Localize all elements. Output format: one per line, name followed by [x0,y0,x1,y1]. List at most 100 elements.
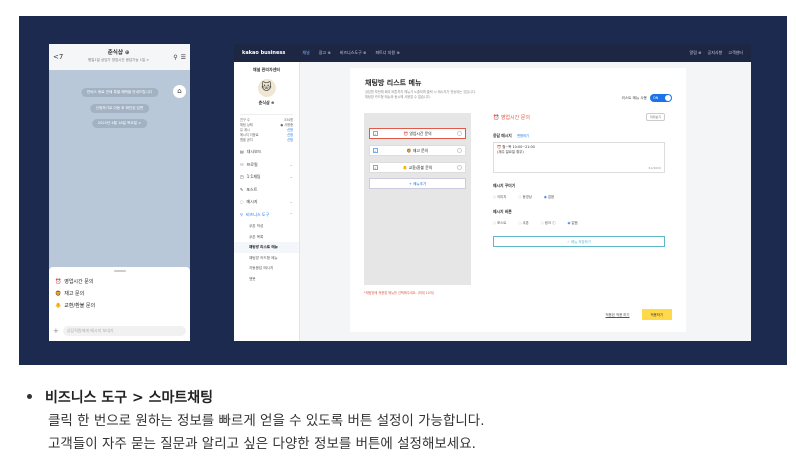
sidebar: 채널 관리자센터 🐱 춘식샵 ⊕ 친구 수 334명 채팅 상태 ● 사용중 유 계… [234,62,300,341]
reply-label: 응답 메시지 [493,133,512,138]
stat-link[interactable]: 신청 [287,138,293,143]
home-icon[interactable]: ⌂ [173,85,186,98]
chat-title-block: 춘식샵 ⊕ 평일1일 상담가 영업시간 응답가능 1일 > [67,50,170,64]
channel-stats: 친구 수 334명 채팅 상태 ● 사용중 유 계시 신청 메시지 이용료 신청 멤을 … [240,114,293,143]
decorate-label: 메시지 꾸미기 [493,183,516,188]
sidebar-item-profile[interactable]: ⚇ 프로필 ⌄ [234,159,299,172]
nav-business-tools[interactable]: 비즈니스도구 ⊕ [340,50,367,56]
sidebar-subitem-list-menu[interactable]: 채팅방 리스트 메뉴 [234,242,299,253]
nav-notifications[interactable]: 알림 ⊕ [690,50,702,56]
decorate-radio-group: 이미지 동영상 없음 [493,194,665,199]
nav-notices[interactable]: 공지사항 [708,50,723,56]
sidebar-subitem-auto-reply[interactable]: 자동응답 메시지 [234,263,299,274]
sidebar-subitem-coupon-create[interactable]: 쿠폰 작성 [234,221,299,232]
radio-none[interactable]: 없음 [567,220,578,225]
drag-handle-icon[interactable] [457,131,462,136]
caption-heading: 비즈니스 도구 > 스마트채팅 [45,390,214,406]
chat-title: 춘식샵 ⊕ [107,50,130,56]
warning-text: *채팅방에 적용할 메뉴를 선택해주세요. (최대 10개) [364,291,434,295]
sidebar-menu: ▤ 대시보드 ⚇ 프로필 ⌄ ◳ 1:1채팅 ⌄ ✎ 포스트 ◌ 메시지 ⌄ ⚲ 비즈니스 도구 ⌃… [234,146,299,284]
chevron-down-icon: ⌄ [289,161,293,167]
kakao-business-logo[interactable]: kakao business [242,50,285,56]
channel-name[interactable]: 춘식샵 ⊕ [234,100,299,106]
reply-text-line: (재주 일요일 휴무) [497,149,524,154]
sidebar-item-message[interactable]: ◌ 메시지 ⌄ [234,196,299,209]
sidebar-item-post[interactable]: ✎ 포스트 [234,184,299,197]
button-label: 메시지 버튼 [493,209,512,214]
menu-list-item[interactable]: ✓ 🐥 교환/환불 문의 [369,162,466,173]
plus-icon[interactable]: + [53,327,59,335]
menu-detail-panel: ⏰ 영업시간 문의 미리보기 응답 메시지 변형하기 ⏰ 월~목 10:00~2… [493,113,665,247]
bullet-icon [27,393,32,399]
list-menu-item-label: 재고 문의 [64,291,85,297]
back-button[interactable]: <7 [53,53,67,61]
radio-coupon[interactable]: 쿠폰 [518,220,528,225]
menu-list-item[interactable]: ✓ 🦁 재고 문의 [369,145,466,156]
footer-link[interactable]: 적용된 적용 하기 [606,312,630,317]
reply-edit-link[interactable]: 변형하기 [517,134,529,138]
chat-subtitle: 평일1일 상담가 영업시간 응답가능 1일 > [87,58,150,62]
chevron-down-icon: ⌄ [289,174,293,179]
chick-icon: 🐥 [55,302,62,309]
nav-support[interactable]: 고객센터 [728,50,743,56]
sidebar-item-label: 포스트 [246,186,258,192]
main-content: 채팅방 리스트 메뉴 상담원 하단에 회여 버튼까지 메뉴가 노출되며 클릭 시… [300,62,751,341]
caption-line: 고객들이 자주 묻는 질문과 알리고 싶은 다양한 정보를 버튼에 설정해보세요… [48,436,476,452]
list-menu-item[interactable]: 🐥 교환/환불 문의 [49,300,190,312]
menu-item-text: 재고 문의 [412,147,429,153]
sidebar-subitem-chatbot[interactable]: 챗봇 [234,274,299,285]
nav-ads[interactable]: 광고 ⊕ [319,50,331,56]
page-description-line: 채팅방 카드형 메뉴와 동시에 사용할 수 없습니다. [365,94,431,99]
checkbox[interactable]: ✓ [373,165,378,170]
sheet-handle[interactable] [113,270,126,272]
caption-line: 클릭 한 번으로 원하는 정보를 빠르게 얻을 수 있도록 버튼 설정이 가능합… [48,413,485,429]
caption-heading-row: 비즈니스 도구 > 스마트채팅 [27,387,485,410]
menu-list-item-label: ⏰ 영업시간 문의 [381,131,454,137]
reply-label-row: 응답 메시지 변형하기 [493,133,665,139]
checkbox[interactable]: ✓ [373,148,378,153]
radio-post[interactable]: 포스트 [493,220,506,225]
radio-video[interactable]: 동영상 [518,194,531,199]
nav-channel[interactable]: 채널 [302,50,309,56]
chat-notice-pill: 반비스 종료 전에 특별 혜택을 안내드립니다 [80,88,159,97]
radio-image[interactable]: 이미지 [493,194,506,199]
sidebar-item-chat[interactable]: ◳ 1:1채팅 ⌄ [234,171,299,184]
edit-icon: ✎ [240,186,244,192]
sidebar-item-dashboard[interactable]: ▤ 대시보드 [234,146,299,159]
sidebar-subitem-coupon-list[interactable]: 쿠폰 목록 [234,232,299,243]
pin-icon: ⚲ [240,211,243,217]
list-menu-toggle-row: 리스트 메뉴 사용 ON [622,94,672,102]
save-menu-button[interactable]: ✓ 메뉴 저장하기 [493,236,665,247]
caption: 비즈니스 도구 > 스마트채팅 클릭 한 번으로 원하는 정보를 빠르게 얻을 … [27,387,485,456]
preview-button[interactable]: 미리보기 [645,113,665,121]
menu-list-item[interactable]: ✓ ⏰ 영업시간 문의 [369,128,466,139]
chat-list-menu-sheet: ⏰ 영업시간 문의 🦁 재고 문의 🐥 교환/환불 문의 + 상담직원에게 메시… [49,267,190,341]
menu-icon[interactable]: ☰ [181,54,186,61]
sidebar-subitem-card-menu[interactable]: 채팅방 카드형 메뉴 [234,253,299,264]
clock-icon: ⏰ [403,130,409,136]
radio-link[interactable]: 링크 ⓘ [541,220,556,225]
search-icon[interactable]: ⚲ [173,54,177,61]
sidebar-item-business-tools[interactable]: ⚲ 비즈니스 도구 ⌃ [234,209,299,222]
add-menu-button[interactable]: + 메뉴추가 [369,178,466,189]
list-menu-item[interactable]: ⏰ 영업시간 문의 [49,276,190,288]
reply-textarea[interactable]: ⏰ 월~목 10:00~21:00 (재주 일요일 휴무) 61/4000 [493,142,665,173]
toggle-label: 리스트 메뉴 사용 [621,95,647,100]
apply-button[interactable]: 적용하기 [641,309,672,320]
lion-icon: 🦁 [55,290,62,297]
list-menu-toggle[interactable]: ON [650,94,672,102]
sidebar-title: 채널 관리자센터 [252,67,281,72]
page-title: 채팅방 리스트 메뉴 [365,79,422,87]
list-menu-item[interactable]: 🦁 재고 문의 [49,288,190,300]
drag-handle-icon[interactable] [457,165,462,170]
button-radio-group: 포스트 쿠폰 링크 ⓘ 없음 [493,220,665,225]
phone-chat-preview: <7 춘식샵 ⊕ 평일1일 상담가 영업시간 응답가능 1일 > ⚲ ☰ 반비스… [49,44,190,341]
list-menu-card: 채팅방 리스트 메뉴 상담원 하단에 회여 버튼까지 메뉴가 노출되며 클릭 시… [350,68,686,332]
page-description: 상담원 하단에 회여 버튼까지 메뉴가 노출되며 클릭 시 메시지가 전송되는 … [365,90,535,99]
checkbox[interactable]: ✓ [373,131,378,136]
message-input[interactable]: 상담직원에게 메시지 보내기 [62,326,186,336]
nav-partner[interactable]: 파트너 지원 ⊕ [375,50,399,56]
screenshot-frame: <7 춘식샵 ⊕ 평일1일 상담가 영업시간 응답가능 1일 > ⚲ ☰ 반비스… [19,16,787,365]
radio-none[interactable]: 없음 [544,194,554,199]
drag-handle-icon[interactable] [457,148,462,153]
